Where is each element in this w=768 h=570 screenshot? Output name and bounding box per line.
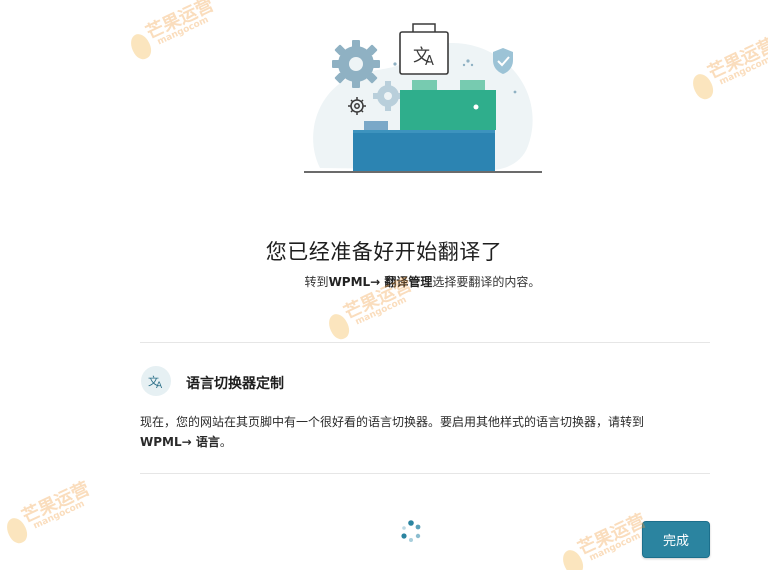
section-description: 现在，您的网站在其页脚中有一个很好看的语言切换器。要启用其他样式的语言切换器，请… [140, 412, 715, 452]
svg-text:A: A [425, 54, 434, 69]
translate-card-icon: 文 A [399, 23, 449, 75]
subtitle-prefix: 转到 [304, 275, 329, 289]
description-line-1: 现在，您的网站在其页脚中有一个很好看的语言切换器。要启用其他样式的语言切换器，请… [140, 415, 645, 429]
description-link-text: WPML→ 语言 [140, 435, 220, 449]
translate-icon: 文 A [141, 366, 171, 396]
watermark-logo: 芒果运营 mangocom [123, 0, 225, 69]
svg-text:A: A [156, 381, 163, 391]
watermark-logo: 芒果运营 mangocom [0, 475, 101, 554]
description-line-2: WPML→ 语言。 [140, 432, 715, 452]
page-heading: 您已经准备好开始翻译了 [265, 240, 503, 264]
watermark-logo: 芒果运营 mangocom [685, 31, 768, 110]
setup-complete-page: 文 A 您已经准备好开始翻译了 转到WPML→ 翻译管理选择要翻译的内容。 文 … [0, 0, 768, 570]
divider-bottom [140, 473, 710, 474]
description-line-2-suffix: 。 [219, 435, 232, 449]
loading-spinner-icon [401, 520, 421, 542]
hero-illustration: 文 A [304, 23, 542, 173]
subtitle-suffix: 选择要翻译的内容。 [432, 275, 541, 289]
section-title: 语言切换器定制 [186, 376, 284, 392]
watermark-logo: 芒果运营 mangocom [555, 507, 657, 570]
divider-top [140, 342, 710, 343]
